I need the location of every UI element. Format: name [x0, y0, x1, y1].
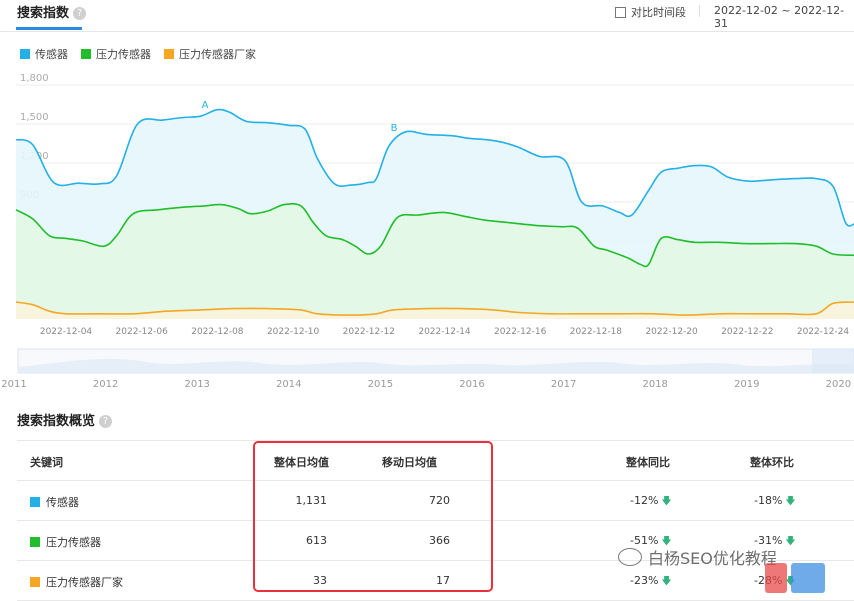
tab-title-label: 搜索指数: [17, 6, 70, 21]
divider: [699, 5, 700, 17]
keyword-label: 压力传感器厂家: [46, 576, 123, 589]
timeline-year-label: 2014: [276, 379, 301, 390]
timeline-year-label: 2016: [459, 379, 484, 390]
x-tick-label: 2022-12-16: [494, 327, 547, 337]
x-tick-label: 2022-12-24: [797, 327, 850, 337]
timeline-year-label: 2019: [734, 379, 759, 390]
keyword-cell: 压力传感器: [30, 534, 101, 550]
compare-period-toggle[interactable]: 对比时间段: [615, 4, 686, 20]
legend-label: 压力传感器厂家: [179, 48, 256, 61]
x-tick-label: 2022-12-20: [645, 327, 698, 337]
chart-legend: 传感器 压力传感器 压力传感器厂家: [20, 46, 269, 62]
table-header-row: 关键词 整体日均值 移动日均值 整体同比 整体环比: [17, 440, 854, 481]
timeline-slider[interactable]: 2011 2012 2013 2014 2015 2016 2017 2018 2019 2020: [0, 347, 854, 392]
timeline-year-label: 2018: [642, 379, 667, 390]
overall-avg-value: 1,131: [295, 494, 328, 507]
column-header-mom: 整体环比: [750, 456, 794, 469]
timeline-year-label: 2012: [93, 379, 118, 390]
down-arrow-icon: 🡇: [785, 536, 796, 547]
search-index-chart[interactable]: 1,8001,5001,2009006003002022-12-042022-1…: [0, 70, 854, 338]
keyword-cell: 压力传感器厂家: [30, 574, 123, 590]
compare-checkbox[interactable]: [615, 6, 626, 18]
x-tick-label: 2022-12-06: [116, 327, 169, 337]
column-header-keyword: 关键词: [30, 456, 63, 469]
timeline-year-label: 2015: [368, 379, 393, 390]
mom-value: -18% 🡇: [754, 494, 796, 511]
timeline-year-label: 2017: [551, 379, 576, 390]
mobile-avg-value: 366: [429, 534, 450, 547]
mom-text: -18%: [754, 494, 783, 507]
x-tick-label: 2022-12-14: [418, 327, 471, 337]
column-header-mobile-avg: 移动日均值: [382, 456, 437, 469]
y-tick-label: 1,500: [20, 112, 49, 123]
legend-label: 压力传感器: [96, 48, 151, 61]
legend-item-pressure-sensor[interactable]: 压力传感器: [81, 46, 151, 62]
wechat-icon: [618, 548, 642, 566]
top-tab-bar: 搜索指数? 对比时间段 2022-12-02 ~ 2022-12-31: [0, 0, 854, 32]
x-tick-label: 2022-12-10: [267, 327, 320, 337]
active-tab-indicator: [16, 27, 82, 30]
yoy-value: -23% 🡇: [630, 574, 672, 591]
help-icon[interactable]: ?: [99, 415, 113, 428]
table-row: 传感器 1,131 720 -12% 🡇 -18% 🡇: [17, 481, 854, 521]
legend-swatch: [81, 49, 91, 59]
down-arrow-icon: 🡇: [661, 576, 672, 587]
mobile-avg-value: 720: [429, 494, 450, 507]
overview-title: 搜索指数概览?: [17, 410, 113, 429]
tab-search-index[interactable]: 搜索指数?: [17, 2, 87, 21]
column-header-yoy: 整体同比: [626, 456, 670, 469]
x-tick-label: 2022-12-22: [721, 327, 773, 337]
y-tick-label: 1,800: [20, 73, 49, 84]
help-icon[interactable]: ?: [73, 7, 87, 20]
mobile-avg-value: 17: [436, 574, 450, 587]
keyword-label: 压力传感器: [46, 536, 101, 549]
legend-item-sensor[interactable]: 传感器: [20, 46, 68, 62]
date-range-picker[interactable]: 2022-12-02 ~ 2022-12-31: [714, 4, 854, 30]
legend-swatch: [20, 49, 30, 59]
yoy-value: -12% 🡇: [630, 494, 672, 511]
x-tick-label: 2022-12-12: [343, 327, 395, 337]
keyword-swatch: [30, 497, 40, 507]
annotation-b: B: [391, 123, 398, 134]
compare-label: 对比时间段: [631, 6, 686, 19]
timeline-year-label: 2013: [184, 379, 209, 390]
column-header-overall-avg: 整体日均值: [274, 456, 329, 469]
legend-swatch: [164, 49, 174, 59]
overview-title-label: 搜索指数概览: [17, 414, 96, 429]
timeline-selection: [812, 349, 854, 373]
yoy-text: -12%: [630, 494, 659, 507]
down-arrow-icon: 🡇: [785, 496, 796, 507]
overall-avg-value: 613: [306, 534, 327, 547]
keyword-label: 传感器: [46, 496, 79, 509]
keyword-cell: 传感器: [30, 494, 79, 510]
x-tick-label: 2022-12-18: [570, 327, 623, 337]
annotation-a: A: [202, 100, 209, 111]
timeline-year-label: 2020: [826, 379, 851, 390]
down-arrow-icon: 🡇: [661, 496, 672, 507]
overall-avg-value: 33: [313, 574, 327, 587]
timeline-year-label: 2011: [1, 379, 26, 390]
legend-label: 传感器: [35, 48, 68, 61]
yoy-text: -23%: [630, 574, 659, 587]
legend-item-pressure-sensor-maker[interactable]: 压力传感器厂家: [164, 46, 256, 62]
x-tick-label: 2022-12-04: [40, 327, 93, 337]
keyword-swatch: [30, 577, 40, 587]
keyword-swatch: [30, 537, 40, 547]
x-tick-label: 2022-12-08: [191, 327, 244, 337]
watermark-logo: [765, 563, 825, 593]
